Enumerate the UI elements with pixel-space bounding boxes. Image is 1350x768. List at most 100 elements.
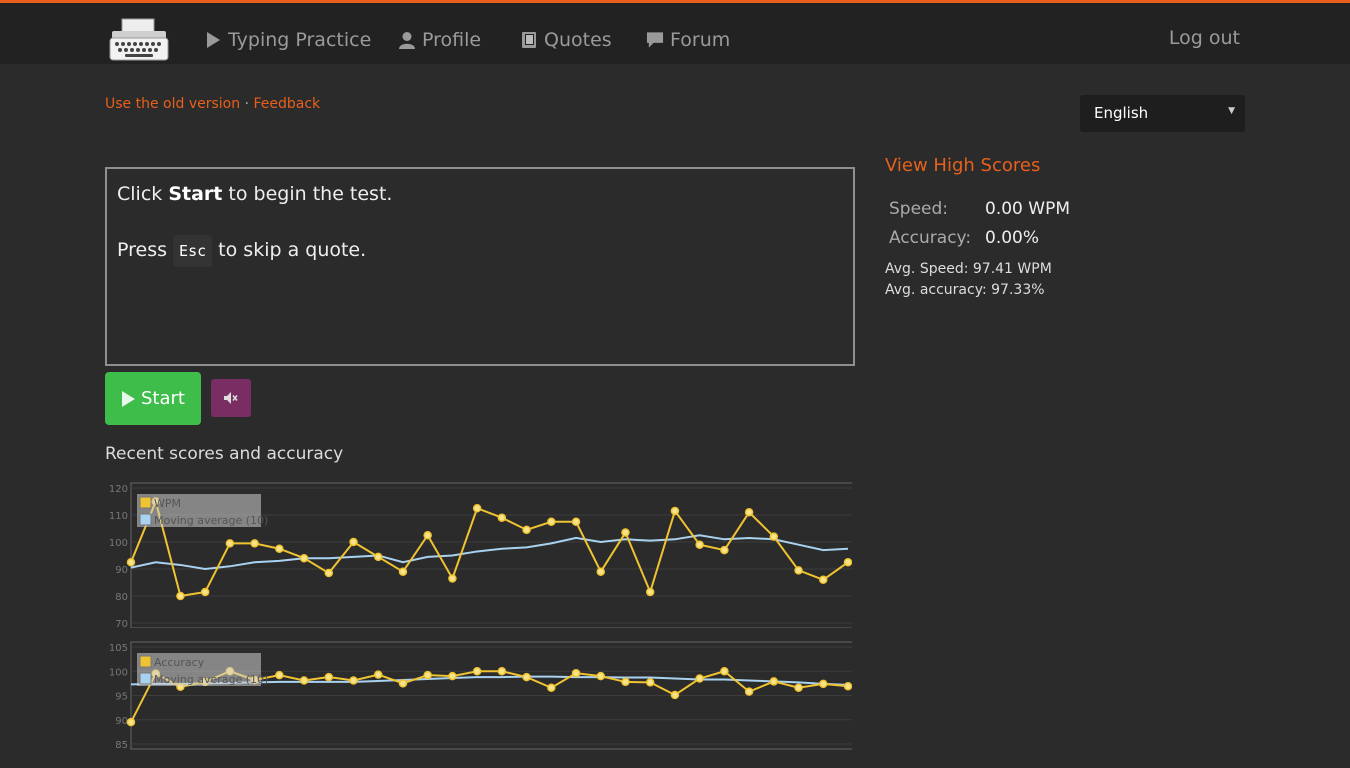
instruction-1-post: to begin the test.	[222, 183, 393, 205]
wpm-data-point[interactable]	[547, 517, 556, 526]
wpm-data-point[interactable]	[472, 504, 482, 513]
wpm-data-point[interactable]	[373, 552, 383, 562]
wpm-data-point[interactable]	[720, 545, 729, 555]
accuracy-data-point[interactable]	[645, 678, 655, 687]
accuracy-data-point[interactable]	[571, 668, 581, 678]
wpm-data-point[interactable]	[126, 558, 136, 567]
wpm-data-point[interactable]	[695, 540, 704, 549]
accuracy-data-point[interactable]	[522, 672, 531, 682]
wpm-legend-label: Moving average (10)	[154, 514, 268, 527]
wpm-data-point[interactable]	[250, 539, 259, 548]
typing-text-area[interactable]: Click Start to begin the test. Press Esc…	[105, 167, 855, 366]
wpm-data-point[interactable]	[324, 568, 334, 578]
view-high-scores-link[interactable]: View High Scores	[885, 155, 1040, 176]
nav-profile[interactable]: Profile	[398, 29, 481, 51]
logout-link[interactable]: Log out	[1169, 27, 1240, 49]
accuracy-data-point[interactable]	[126, 717, 136, 727]
accuracy-data-point[interactable]	[670, 690, 680, 700]
instruction-line-1: Click Start to begin the test.	[117, 179, 843, 209]
accuracy-data-point[interactable]	[299, 676, 309, 685]
accuracy-data-point[interactable]	[373, 670, 383, 679]
wpm-data-point[interactable]	[349, 537, 358, 547]
mute-button[interactable]	[211, 379, 251, 417]
wpm-data-point[interactable]	[448, 574, 457, 583]
wpm-data-point[interactable]	[645, 587, 655, 597]
accuracy-data-point[interactable]	[275, 670, 284, 680]
accuracy-ytick-label: 85	[115, 740, 128, 751]
accuracy-data-point[interactable]	[349, 676, 358, 685]
accuracy-data-point[interactable]	[819, 679, 828, 689]
wpm-data-point[interactable]	[670, 506, 680, 516]
nav-typing-practice[interactable]: Typing Practice	[204, 29, 371, 51]
language-select[interactable]: English ▼	[1080, 95, 1245, 132]
wpm-data-point[interactable]	[299, 553, 309, 563]
accuracy-chart: 105 100 95 90 85 Accuracy Moving average (10)	[109, 641, 852, 751]
accuracy-data-point[interactable]	[720, 667, 729, 676]
wpm-ytick-label: 90	[115, 565, 128, 576]
play-icon	[122, 390, 135, 407]
wpm-data-point[interactable]	[200, 587, 210, 597]
nav-typing-practice-label: Typing Practice	[228, 29, 372, 51]
accuracy-data-point[interactable]	[472, 667, 482, 676]
nav-quotes-label: Quotes	[544, 29, 612, 51]
start-button[interactable]: Start	[105, 372, 201, 425]
wpm-data-point[interactable]	[225, 539, 235, 548]
book-icon	[520, 31, 538, 49]
wpm-data-point[interactable]	[769, 532, 779, 541]
wpm-data-point[interactable]	[744, 508, 754, 517]
version-links: Use the old version · Feedback	[105, 96, 320, 112]
accuracy-data-point[interactable]	[547, 683, 556, 692]
accuracy-data-point[interactable]	[497, 667, 507, 676]
wpm-data-point[interactable]	[398, 567, 408, 576]
wpm-data-point[interactable]	[819, 575, 828, 585]
accuracy-legend-label: Moving average (10)	[154, 673, 268, 686]
accuracy-label: Accuracy:	[889, 228, 972, 248]
wpm-data-point[interactable]	[522, 525, 531, 535]
accuracy-ytick-label: 90	[115, 716, 128, 727]
nav-quotes[interactable]: Quotes	[520, 29, 612, 51]
instruction-2-pre: Press	[117, 239, 174, 261]
instruction-2-post: to skip a quote.	[212, 239, 367, 261]
accuracy-data-point[interactable]	[398, 679, 408, 688]
wpm-ytick-label: 70	[115, 619, 128, 628]
mute-icon	[224, 392, 238, 404]
accuracy-data-point[interactable]	[596, 671, 606, 681]
instruction-1-pre: Click	[117, 183, 169, 205]
accuracy-legend-label: Accuracy	[154, 656, 205, 669]
wpm-data-point[interactable]	[794, 566, 803, 575]
esc-key: Esc	[173, 235, 213, 267]
accuracy-data-point[interactable]	[794, 683, 803, 692]
wpm-ytick-label: 110	[109, 511, 128, 522]
accuracy-data-point[interactable]	[744, 687, 754, 696]
accuracy-data-point[interactable]	[695, 674, 704, 683]
wpm-series-line-1	[130, 534, 849, 571]
feedback-link[interactable]: Feedback	[253, 96, 320, 112]
instruction-line-2: Press Esc to skip a quote.	[117, 235, 843, 267]
accuracy-value-row: 0.00%	[985, 228, 1039, 248]
accuracy-data-point[interactable]	[843, 682, 852, 691]
accuracy-value: 0.00%	[985, 228, 1040, 248]
comment-icon	[646, 31, 664, 49]
wpm-data-point[interactable]	[596, 567, 606, 576]
old-version-link[interactable]: Use the old version	[105, 96, 240, 112]
nav-forum[interactable]: Forum	[646, 29, 730, 51]
top-navbar: Typing Practice Profile Quotes Forum Log…	[0, 0, 1350, 64]
recent-scores-title: Recent scores and accuracy	[105, 444, 344, 464]
accuracy-data-point[interactable]	[769, 677, 779, 686]
wpm-data-point[interactable]	[176, 591, 185, 601]
accuracy-data-point[interactable]	[448, 671, 457, 681]
wpm-data-point[interactable]	[497, 513, 507, 522]
wpm-data-point[interactable]	[843, 558, 852, 567]
wpm-data-point[interactable]	[571, 517, 581, 526]
accuracy-legend: Accuracy Moving average (10)	[137, 653, 268, 686]
start-button-label: Start	[141, 388, 185, 409]
wpm-ytick-label: 80	[115, 592, 128, 603]
accuracy-data-point[interactable]	[423, 670, 432, 680]
typewriter-icon[interactable]	[108, 17, 170, 65]
wpm-data-point[interactable]	[423, 531, 432, 540]
accuracy-data-point[interactable]	[621, 677, 630, 687]
wpm-data-point[interactable]	[275, 544, 284, 553]
accuracy-data-point[interactable]	[324, 672, 334, 682]
wpm-data-point[interactable]	[621, 528, 630, 537]
nav-profile-label: Profile	[422, 29, 482, 51]
